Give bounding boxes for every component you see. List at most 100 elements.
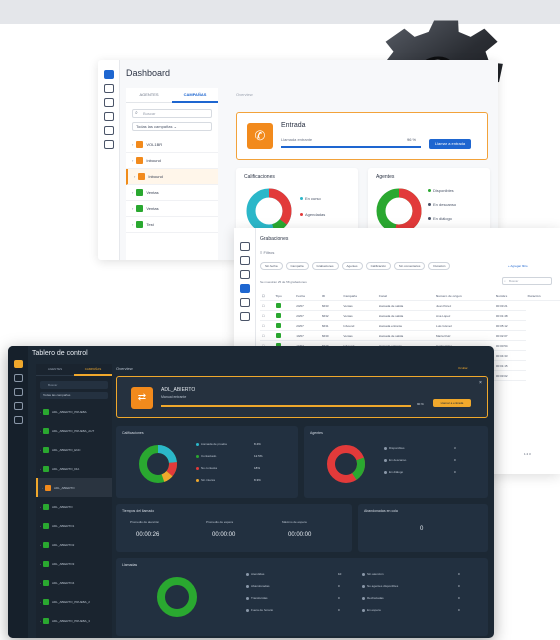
campaign-call-button[interactable]: Llamar a entrada	[433, 399, 471, 407]
row-checkbox[interactable]: ☐	[260, 330, 274, 341]
tab-campanas[interactable]: CAMPAÑAS	[172, 88, 218, 103]
reports-icon[interactable]	[103, 140, 114, 149]
chevron-right-icon: ›	[132, 206, 134, 211]
column-header[interactable]: Fecha	[294, 292, 320, 301]
filter-chip[interactable]: Campaña	[285, 262, 309, 270]
agent-item[interactable]: › Inbound	[126, 169, 218, 185]
campaign-select[interactable]: Todas las campañas ⌄	[132, 122, 212, 131]
filter-chip[interactable]: Agentes	[341, 262, 363, 270]
campaigns-icon[interactable]	[103, 84, 114, 93]
campaign-item[interactable]: › ADL_ABIERTO2	[36, 535, 112, 554]
agent-item[interactable]: › Ventas	[126, 201, 218, 217]
overview-label: Overview	[236, 92, 253, 97]
legend-label: Contactado	[201, 454, 217, 458]
table-cell: 00:05:12	[493, 320, 526, 331]
legend-item: En diálogo	[384, 470, 403, 474]
legend-label: En diálogo	[389, 470, 404, 474]
campaign-item[interactable]: › ADL_ABIERTO_ENC	[36, 440, 112, 459]
calendar-icon[interactable]	[13, 388, 23, 396]
campaign-item[interactable]: › ADL_ABIERTO4	[36, 573, 112, 592]
search-input[interactable]: Buscar	[40, 381, 108, 389]
column-header[interactable]: Campaña	[341, 292, 377, 301]
filter-chip[interactable]: Sin comentarios	[393, 262, 426, 270]
chevron-right-icon: ›	[40, 561, 41, 566]
column-header[interactable]: Nombre	[493, 292, 526, 301]
campaign-item[interactable]: › ADL_ABIERTO_PRUEBA_2	[36, 592, 112, 611]
table-row[interactable]: ☐ 20/07 6632 Ventas Llamada de salida Ana Lóp…	[260, 310, 560, 321]
filter-chip[interactable]: Duración	[428, 262, 451, 270]
filter-chip[interactable]: Calificación	[365, 262, 391, 270]
dashboard-icon[interactable]	[239, 242, 250, 251]
dashboard-icon[interactable]	[13, 360, 23, 368]
time-value: 00:00:00	[288, 532, 312, 538]
search-input[interactable]: ⌕ Buscar	[132, 109, 212, 118]
column-header[interactable]: Numero de origen	[434, 292, 494, 301]
activity-icon[interactable]	[103, 126, 114, 135]
row-checkbox[interactable]: ☐	[260, 300, 274, 311]
tab-agentes[interactable]: AGENTES	[126, 88, 172, 103]
column-header[interactable]: ID	[319, 292, 342, 301]
row-checkbox[interactable]: ☐	[260, 320, 274, 331]
column-header[interactable]: Duración	[525, 292, 560, 301]
entrada-button[interactable]: Llamar a entrada	[429, 139, 471, 149]
campaign-select[interactable]: Todas las campañas	[40, 392, 108, 399]
call-stat: Rechazadas	[362, 596, 384, 600]
hide-toggle[interactable]: Ocultar	[458, 366, 468, 370]
campaign-item[interactable]: › ADL_ABIERTO3	[36, 554, 112, 573]
dashboard-icon[interactable]	[103, 70, 114, 79]
users-icon[interactable]	[13, 416, 23, 424]
campaign-item[interactable]: › ADL_ABIERTO_PRUEBA_3	[36, 611, 112, 630]
column-header[interactable]: Tipo	[273, 292, 295, 301]
settings-icon[interactable]	[239, 270, 250, 279]
reports-icon[interactable]	[13, 402, 23, 410]
settings-icon[interactable]	[103, 98, 114, 107]
filters-button[interactable]: ≡ Filtros	[260, 250, 274, 255]
stat-dot	[246, 608, 249, 612]
table-row[interactable]: ☐ 20/07 6631 Inbound Llamada entrante Luis Gó…	[260, 320, 560, 331]
campaign-item[interactable]: › ADL_ABIERTO	[36, 478, 112, 497]
table-row[interactable]: ☐ 20/07 6633 Ventas Llamada de salida Juan Pé…	[260, 300, 560, 311]
recordings-icon[interactable]	[239, 284, 250, 293]
chevron-right-icon: ›	[132, 190, 134, 195]
phone-icon	[275, 333, 281, 338]
tab-campanas[interactable]: CAMPAÑAS	[74, 364, 112, 376]
agent-item[interactable]: › Test	[126, 217, 218, 233]
stat-label: En espera	[367, 608, 381, 612]
tab-agentes[interactable]: AGENTES	[36, 364, 74, 376]
campaign-label: ADL_ABIERTO_PRUEBA_AUT	[52, 428, 95, 433]
campaign-item[interactable]: › ADL_ABIERTO	[36, 497, 112, 516]
campaigns-icon[interactable]	[239, 256, 250, 265]
row-checkbox[interactable]: ☐	[260, 310, 274, 321]
filter-chip[interactable]: Sin fecha	[260, 262, 283, 270]
calificaciones-donut	[139, 445, 177, 483]
agent-item[interactable]: › Inbound	[126, 153, 218, 169]
column-header[interactable]: Canal	[376, 292, 435, 301]
chevron-right-icon: ›	[132, 142, 134, 147]
table-row[interactable]: ☐ 19/07 6630 Ventas Llamada de salida María R…	[260, 330, 560, 341]
campaign-item[interactable]: › ADL_ABIERTO_PRUEBA	[36, 402, 112, 421]
add-filter-link[interactable]: + Agregar filtro	[508, 264, 528, 268]
agent-item[interactable]: › VOL1BR	[126, 137, 218, 153]
campaign-item[interactable]: › ADL_ABIERTO_DIA	[36, 459, 112, 478]
stat-value: 0	[458, 584, 460, 588]
table-cell: Ventas	[341, 330, 377, 341]
pagination[interactable]: 1 2 3	[524, 452, 531, 456]
table-cell: Ana López	[434, 310, 494, 321]
filter-chip[interactable]: Grabaciones	[311, 262, 339, 270]
agent-label: Test	[146, 222, 154, 227]
activity-icon[interactable]	[239, 298, 250, 307]
calendar-icon[interactable]	[103, 112, 114, 121]
agent-label: Inbound	[146, 158, 161, 163]
campaign-item[interactable]: › ADL_ABIERTO1	[36, 516, 112, 535]
select-all-checkbox[interactable]: ☐	[260, 292, 274, 301]
agent-item[interactable]: › Ventas	[126, 185, 218, 201]
settings-icon[interactable]	[13, 374, 23, 382]
search-input[interactable]: ⌕ Buscar	[502, 277, 552, 285]
campaign-item[interactable]: › ADL_ABIERTO_PRUEBA_AUT	[36, 421, 112, 440]
campaign-subtitle: Manual entrante	[161, 395, 187, 399]
status-icon	[43, 560, 49, 567]
status-icon	[43, 541, 49, 548]
table-cell: Llamada de salida	[376, 330, 435, 341]
close-icon[interactable]: ×	[479, 380, 482, 386]
reports-icon[interactable]	[239, 312, 250, 321]
